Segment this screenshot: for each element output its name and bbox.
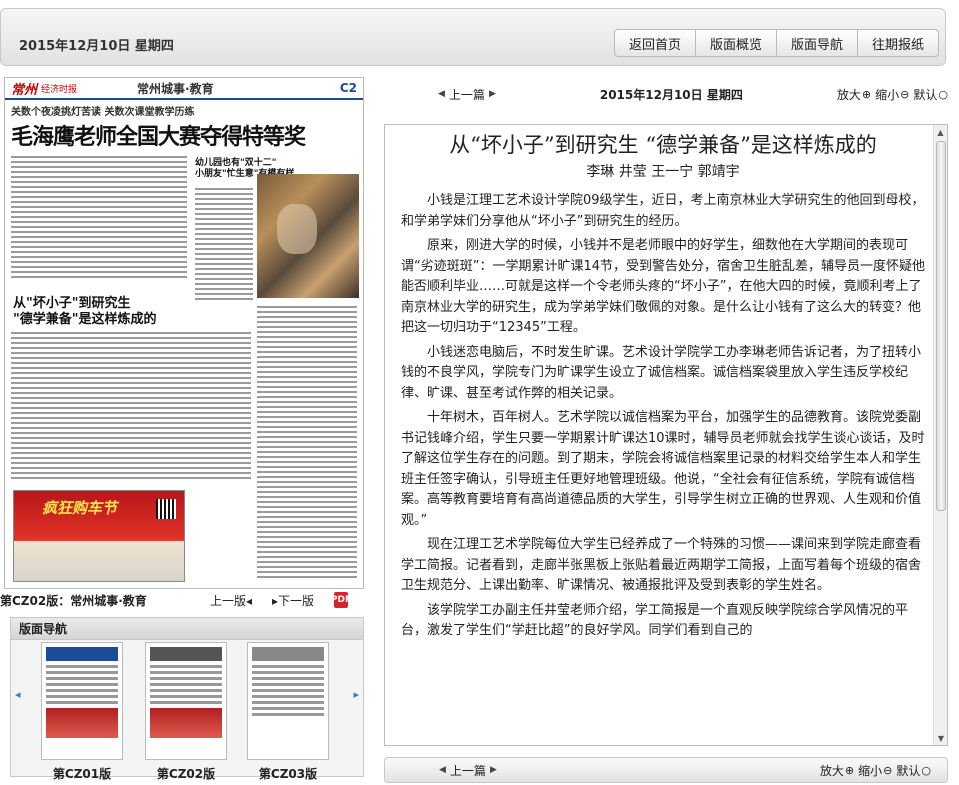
news-photo[interactable] [257, 174, 359, 298]
scroll-down-arrow-icon[interactable]: ▼ [934, 731, 947, 745]
article-paragraph: 十年树木，百年树人。艺术学院以诚信档案为平台，加强学生的品德教育。该院党委副书记… [401, 410, 925, 528]
radio-circle-icon: ○ [921, 763, 931, 777]
scrollbar-thumb[interactable] [936, 141, 946, 511]
newspaper-logo-sub: 经济时报 [41, 84, 78, 95]
article-bottom-toolbar: ◀ 上一篇 ▶ 放大 ⊕ 缩小 ⊖ 默认 ○ [384, 757, 948, 783]
scroll-right-arrow-icon[interactable]: ▸ [353, 688, 359, 701]
zoom-in-button[interactable]: 放大 ⊕ [820, 762, 854, 779]
zoom-in-label: 放大 [819, 763, 844, 778]
newspaper-kicker: 关数个夜凌挑灯苦读 关数次课堂教学历练 [11, 107, 195, 118]
zoom-in-label: 放大 [836, 87, 861, 102]
prev-page-link[interactable]: 上一版◂ [210, 592, 252, 609]
chevron-right-icon: ▶ [488, 89, 496, 99]
pdf-icon[interactable]: PDF [331, 592, 351, 608]
newspaper-masthead: 常州 经济时报 常州城事·教育 C2 [5, 78, 363, 100]
current-page-label: 第CZ02版：常州城事·教育 [0, 593, 147, 608]
section-nav-title: 版面导航 [11, 618, 363, 640]
article-panel: 从“坏小子”到研究生 “德学兼备”是这样炼成的 李琳 井莹 王一宁 郭靖宇 小钱… [384, 124, 948, 746]
newspaper-page[interactable]: 常州 经济时报 常州城事·教育 C2 关数个夜凌挑灯苦读 关数次课堂教学历练 毛… [4, 77, 364, 589]
default-size-button[interactable]: 默认 ○ [896, 762, 931, 779]
newspaper-section: 常州城事·教育 [137, 81, 214, 96]
page-nav-button[interactable]: 版面导航 [775, 29, 858, 57]
zoom-out-button[interactable]: 缩小 ⊖ [875, 86, 909, 103]
article-paragraph: 小钱迷恋电脑后，不时发生旷课。艺术设计学院学工办李琳老师告诉记者，为了扭转小钱的… [401, 344, 922, 401]
default-size-button[interactable]: 默认 ○ [913, 86, 948, 103]
plus-circle-icon: ⊕ [844, 763, 855, 777]
newspaper-logo: 常州 [11, 82, 38, 98]
plus-circle-icon: ⊕ [861, 87, 872, 101]
zoom-in-button[interactable]: 放大 ⊕ [837, 86, 871, 103]
page-thumbnail-label[interactable]: 第CZ01版 [41, 765, 123, 782]
article-top-toolbar: ◀ 上一篇 ▶ 2015年12月10日 星期四 放大 ⊕ 缩小 ⊖ 默认 ○ [384, 82, 948, 106]
next-page-link[interactable]: ▸下一版 [272, 592, 314, 609]
page-thumbnail-cz03[interactable] [247, 642, 329, 760]
default-size-label: 默认 [913, 87, 938, 102]
scroll-up-arrow-icon[interactable]: ▲ [934, 125, 947, 139]
car-advertisement[interactable]: 疯狂购车节 [13, 490, 185, 582]
radio-circle-icon: ○ [938, 87, 948, 101]
article-content: 从“坏小子”到研究生 “德学兼备”是这样炼成的 李琳 井莹 王一宁 郭靖宇 小钱… [385, 125, 933, 745]
newspaper-page-number: C2 [339, 81, 357, 95]
page-overview-button[interactable]: 版面概览 [694, 29, 777, 57]
ad-headline: 疯狂购车节 [42, 499, 118, 517]
page-thumbnail-cz02[interactable] [145, 642, 227, 760]
text-column-block [195, 188, 253, 303]
prev-article-link[interactable]: ◀ 上一篇 ▶ [434, 86, 500, 103]
article-paragraph: 现在江理工艺术学院每位大学生已经养成了一个特殊的习惯——课间来到学院走廊查看学工… [401, 537, 922, 593]
minus-circle-icon: ⊖ [900, 87, 910, 101]
home-button[interactable]: 返回首页 [613, 29, 696, 57]
article-paragraph: 该学院学工办副主任井莹老师介绍，学工简报是一个直观反映学院综合学风情况的平台，激… [401, 602, 909, 639]
article-paragraph: 小钱是江理工艺术设计学院09级学生，近日，考上南京林业大学研究生的他回到母校，和… [401, 193, 925, 229]
header-date: 2015年12月10日 星期四 [19, 39, 174, 54]
page-thumbnail-label[interactable]: 第CZ02版 [145, 765, 227, 782]
prev-article-label: 上一篇 [449, 763, 486, 778]
default-size-label: 默认 [896, 763, 921, 778]
minus-circle-icon: ⊖ [883, 763, 893, 777]
article-authors: 李琳 井莹 王一宁 郭靖宇 [586, 164, 740, 180]
article-title: 从“坏小子”到研究生 “德学兼备”是这样炼成的 [449, 133, 877, 157]
prev-article-label: 上一篇 [448, 87, 485, 102]
text-column-block [11, 332, 251, 482]
zoom-controls: 放大 ⊕ 缩小 ⊖ 默认 ○ [820, 762, 931, 779]
top-bar: 2015年12月10日 星期四 返回首页 版面概览 版面导航 往期报纸 [0, 8, 946, 66]
article-body: 小钱是江理工艺术设计学院09级学生，近日，考上南京林业大学研究生的他回到母校，和… [401, 191, 925, 642]
page-thumbnail-cz01[interactable] [41, 642, 123, 760]
scroll-left-arrow-icon[interactable]: ◂ [15, 688, 21, 701]
chevron-left-icon: ◀ [438, 89, 445, 99]
newspaper-headline[interactable]: 毛海鹰老师全国大赛夺得特等奖 [11, 119, 357, 151]
prev-article-link[interactable]: ◀ 上一篇 ▶ [435, 762, 501, 779]
article-scrollbar[interactable]: ▲ ▼ [933, 125, 947, 745]
section-nav: 版面导航 ◂ ▸ 第CZ01版 第CZ02版 第CZ03版 [10, 617, 364, 781]
text-column-block [257, 306, 357, 581]
page-pager: 第CZ02版：常州城事·教育 上一版◂ ▸下一版 PDF [0, 591, 364, 609]
article-date: 2015年12月10日 星期四 [599, 87, 743, 102]
article-paragraph: 原来，刚进大学的时候，小钱并不是老师眼中的好学生，细数他在大学期间的表现可谓“劣… [401, 238, 926, 335]
zoom-controls: 放大 ⊕ 缩小 ⊖ 默认 ○ [837, 86, 948, 103]
zoom-out-button[interactable]: 缩小 ⊖ [858, 762, 892, 779]
chevron-left-icon: ◀ [439, 765, 446, 775]
zoom-out-label: 缩小 [858, 763, 883, 778]
qr-code-icon [156, 499, 176, 519]
zoom-out-label: 缩小 [875, 87, 900, 102]
top-nav: 返回首页 版面概览 版面导航 往期报纸 [613, 29, 939, 57]
archive-button[interactable]: 往期报纸 [856, 29, 939, 57]
chevron-right-icon: ▶ [489, 765, 497, 775]
page-thumbnail-label[interactable]: 第CZ03版 [247, 765, 329, 782]
text-column-block [11, 156, 187, 281]
story-title-link[interactable]: 从"坏小子"到研究生 "德学兼备"是这样炼成的 [13, 296, 157, 328]
